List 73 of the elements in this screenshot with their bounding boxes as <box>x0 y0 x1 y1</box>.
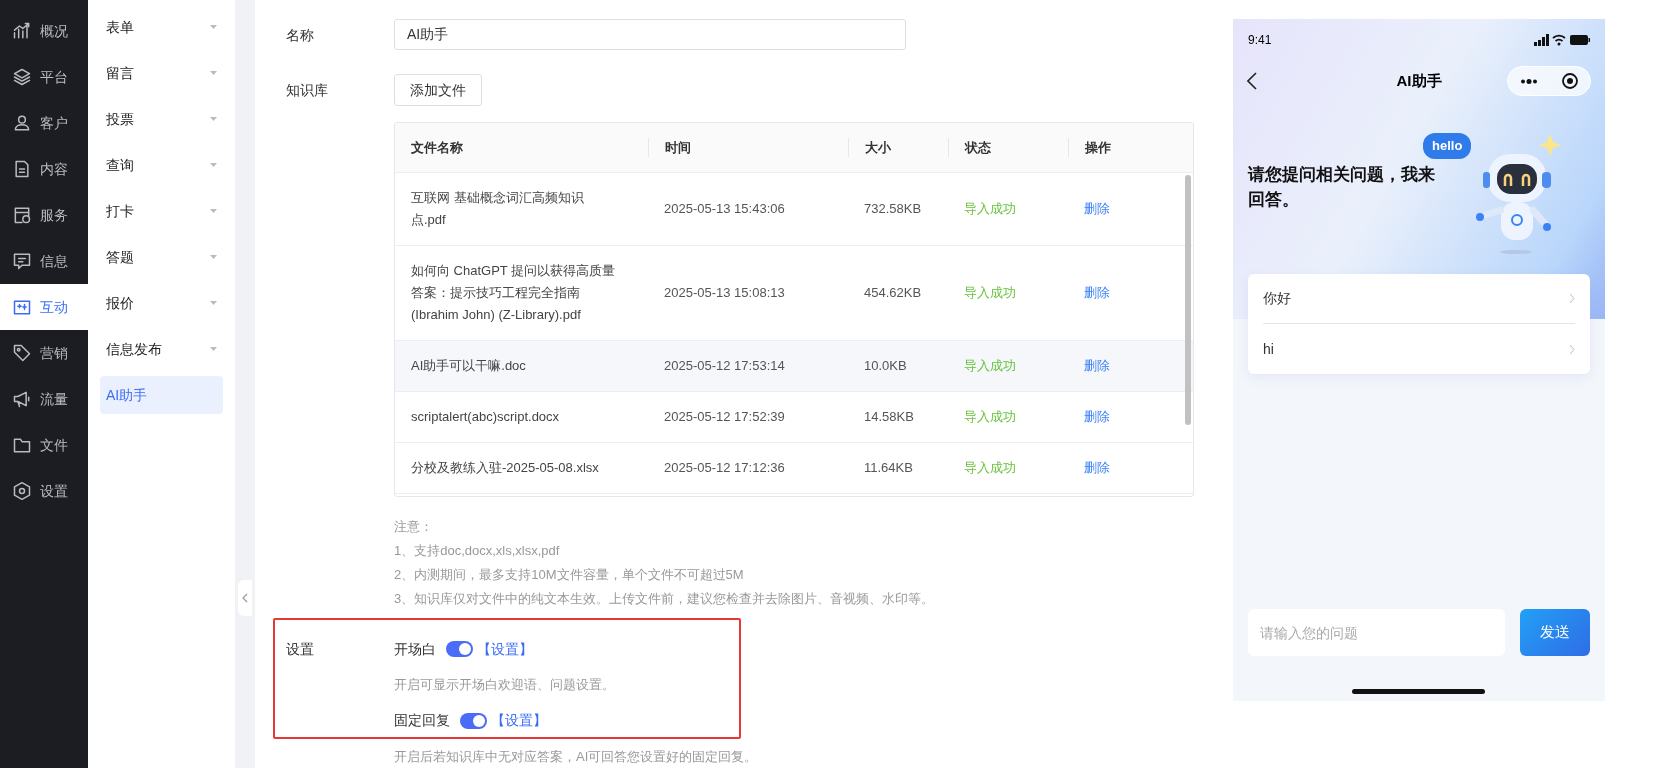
status-text: 导入成功 <box>963 408 1017 427</box>
column-header: 文件名称 <box>410 138 464 157</box>
column-header: 状态 <box>948 137 1068 158</box>
submenu-item[interactable]: 报价 <box>100 284 223 322</box>
field-label: 知识库 <box>286 81 329 100</box>
setting-label: 开场白 <box>394 639 436 659</box>
field-label: 名称 <box>286 26 315 45</box>
nav-item[interactable]: 营销 <box>0 330 88 376</box>
nav-item[interactable]: 文件 <box>0 422 88 468</box>
submenu-item[interactable]: 留言 <box>100 54 223 92</box>
status-text: 导入成功 <box>963 459 1017 478</box>
table-cell-text: 732.58KB <box>863 200 923 219</box>
table-cell-text: AI助手可以干嘛.doc <box>410 357 527 375</box>
table-cell-text: 14.58KB <box>863 408 915 427</box>
table-cell-text: 互联网 基础概念词汇高频知识点.pdf <box>410 189 585 229</box>
table-cell-text: 如何向 ChatGPT 提问以获得高质量答案：提示技巧工程完全指南 (Ibrahim John) (Z-Library).pdf <box>410 262 617 324</box>
delete-link[interactable]: 删除 <box>1068 283 1126 303</box>
nav-item[interactable]: 设置 <box>0 468 88 514</box>
status-text: 导入成功 <box>963 200 1017 219</box>
table-cell-text: 2025-05-12 17:12:36 <box>663 459 786 478</box>
table-cell-text: 2025-05-12 17:53:14 <box>663 357 786 376</box>
nav-item[interactable]: 概况 <box>0 8 88 54</box>
settings-link[interactable]: 【设置】 <box>477 638 533 660</box>
submenu-item[interactable]: 查询 <box>100 146 223 184</box>
settings-link[interactable]: 【设置】 <box>491 710 547 731</box>
welcome-heading: 请您提问相关问题，我来回答。 <box>1248 164 1436 211</box>
speech-bubble: hello <box>1423 133 1472 159</box>
note-text: 注意： <box>394 518 434 536</box>
status-text: 导入成功 <box>963 357 1017 376</box>
table-cell-text: 11.64KB <box>863 459 914 478</box>
nav-item[interactable]: 互动 <box>0 284 88 330</box>
table-cell-text: 2025-05-13 15:43:06 <box>663 200 786 219</box>
send-button[interactable]: 发送 <box>1520 609 1590 656</box>
note-text: 3、知识库仅对文件中的纯文本生效。上传文件前，建议您检查并去除图片、音视频、水印等。 <box>394 590 936 608</box>
column-header: 操作 <box>1068 137 1193 158</box>
nav-item[interactable]: 客户 <box>0 100 88 146</box>
table-cell-text: 2025-05-12 17:52:39 <box>663 408 786 427</box>
nav-item[interactable]: 平台 <box>0 54 88 100</box>
setting-description: 开启后若知识库中无对应答案，AI可回答您设置好的固定回复。 <box>394 747 758 766</box>
column-header: 时间 <box>648 137 848 158</box>
table-cell-text: 分校及教练入驻-2025-05-08.xlsx <box>410 459 600 477</box>
nav-item[interactable]: 信息 <box>0 238 88 284</box>
delete-link[interactable]: 删除 <box>1068 356 1126 376</box>
nav-item[interactable]: 内容 <box>0 146 88 192</box>
delete-link[interactable]: 删除 <box>1068 199 1126 219</box>
submenu-item[interactable]: 表单 <box>100 8 223 46</box>
submenu-item[interactable]: 投票 <box>100 100 223 138</box>
column-header: 大小 <box>848 137 948 158</box>
status-text: 导入成功 <box>963 284 1017 303</box>
submenu-item[interactable]: 信息发布 <box>100 330 223 368</box>
question-input[interactable]: 请输入您的问题 <box>1248 609 1505 656</box>
submenu-item[interactable]: 打卡 <box>100 192 223 230</box>
nav-title: AI助手 <box>1396 70 1442 91</box>
field-label: 设置 <box>286 640 315 659</box>
suggestion-item[interactable]: 你好 <box>1263 274 1575 324</box>
note-text: 1、支持doc,docx,xls,xlsx,pdf <box>394 542 561 560</box>
suggestion-item[interactable]: hi <box>1263 324 1575 374</box>
submenu-item[interactable]: AI助手 <box>100 376 223 414</box>
note-text: 2、内测期间，最多支持10M文件容量，单个文件不可超过5M <box>394 566 745 584</box>
table-cell-text: 10.0KB <box>863 357 908 376</box>
delete-link[interactable]: 删除 <box>1068 407 1126 427</box>
setting-label: 固定回复 <box>394 711 450 730</box>
table-cell-text: scriptalert(abc)script.docx <box>410 408 561 426</box>
delete-link[interactable]: 删除 <box>1068 458 1126 478</box>
add-file-button[interactable]: 添加文件 <box>394 74 482 106</box>
submenu-item[interactable]: 答题 <box>100 238 223 276</box>
table-cell-text: 454.62KB <box>863 284 923 303</box>
name-input[interactable]: AI助手 <box>394 19 906 50</box>
nav-item[interactable]: 流量 <box>0 376 88 422</box>
nav-item[interactable]: 服务 <box>0 192 88 238</box>
table-cell-text: 2025-05-13 15:08:13 <box>663 284 786 303</box>
status-time: 9:41 <box>1248 32 1272 49</box>
setting-description: 开启可显示开场白欢迎语、问题设置。 <box>394 676 616 694</box>
